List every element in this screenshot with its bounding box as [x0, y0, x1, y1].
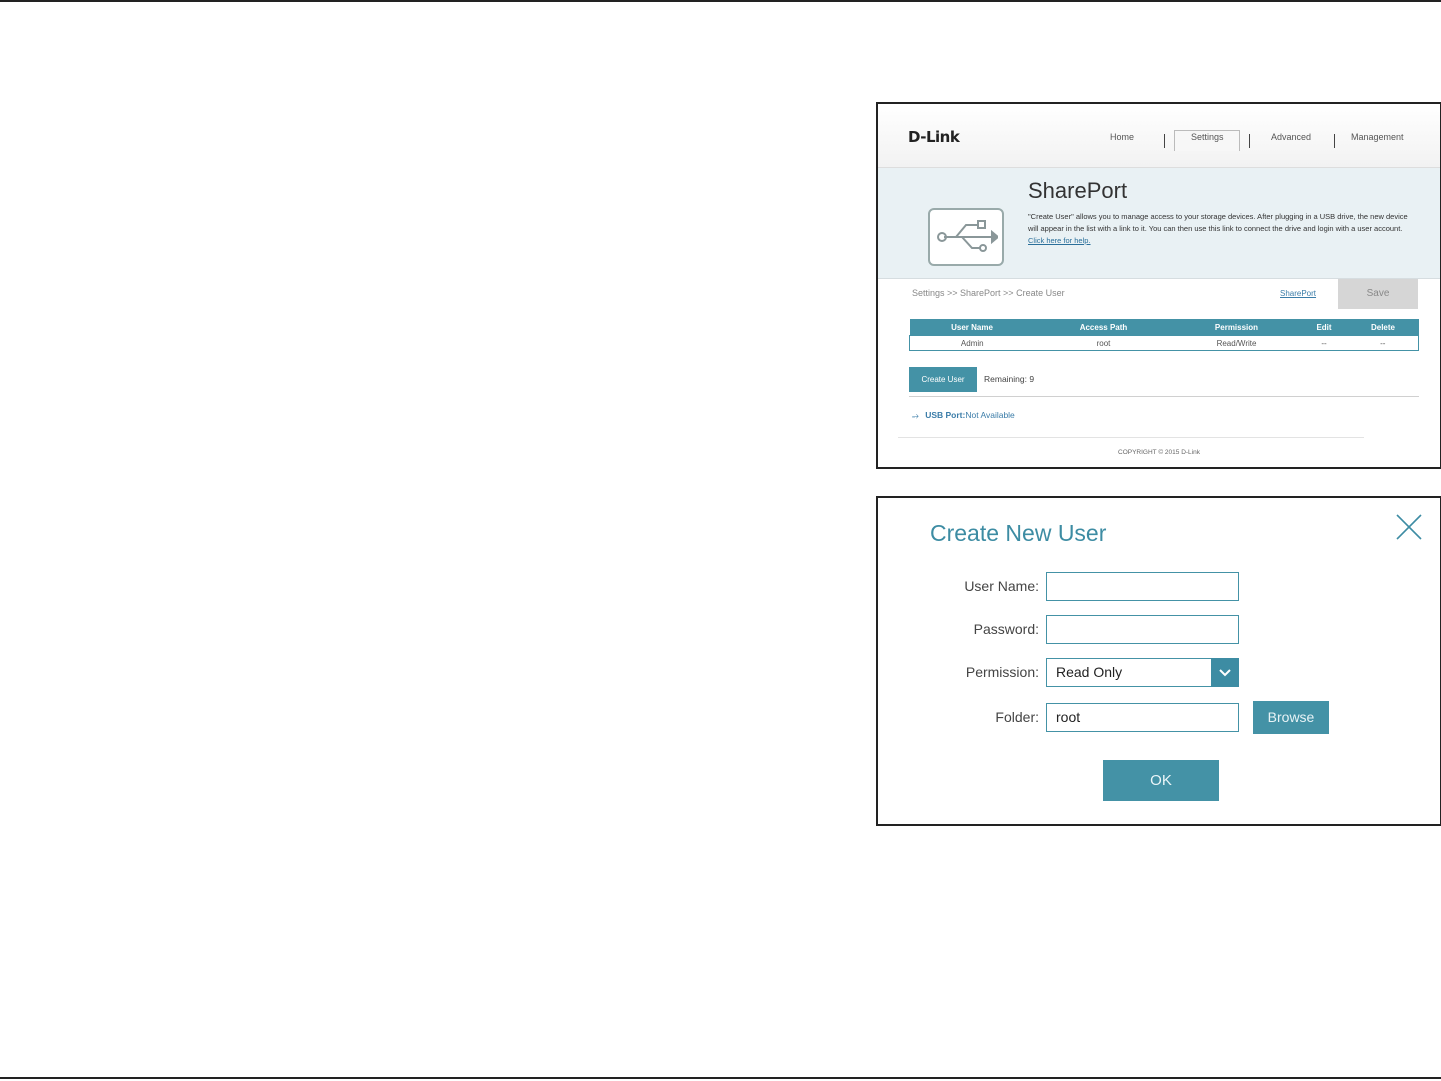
- usb-port-status: ⭌ USB Port:Not Available: [912, 410, 1015, 421]
- user-name-input[interactable]: [1046, 572, 1239, 601]
- remaining-count: Remaining: 9: [984, 374, 1035, 384]
- nav-separator: [1249, 134, 1250, 148]
- shareport-screenshot: D-Link Home Settings Advanced Management…: [876, 102, 1441, 469]
- cell-edit[interactable]: --: [1300, 335, 1348, 351]
- table-row: Admin root Read/Write -- --: [909, 335, 1419, 351]
- cell-access-path: root: [1034, 335, 1173, 351]
- column-header-access-path: Access Path: [1034, 319, 1173, 336]
- usb-port-value: Not Available: [965, 410, 1015, 420]
- browse-button[interactable]: Browse: [1253, 701, 1329, 734]
- nav-management[interactable]: Management: [1351, 132, 1404, 142]
- nav-separator: [1334, 134, 1335, 148]
- page-description: "Create User" allows you to manage acces…: [1028, 211, 1418, 247]
- ok-button[interactable]: OK: [1103, 760, 1219, 801]
- usb-small-icon: ⭌: [912, 410, 919, 420]
- column-header-delete: Delete: [1347, 319, 1419, 336]
- nav-home[interactable]: Home: [1110, 132, 1134, 142]
- nav-settings[interactable]: Settings: [1191, 132, 1224, 142]
- password-label: Password:: [973, 621, 1039, 637]
- chevron-down-icon[interactable]: [1211, 658, 1239, 687]
- folder-input[interactable]: root: [1046, 703, 1239, 732]
- cell-user-name: Admin: [909, 335, 1035, 351]
- copyright: COPYRIGHT © 2015 D-Link: [1118, 449, 1200, 456]
- nav-advanced[interactable]: Advanced: [1271, 132, 1311, 142]
- dlink-logo: D-Link: [908, 128, 960, 146]
- column-header-user-name: User Name: [909, 319, 1035, 336]
- cell-delete[interactable]: --: [1347, 335, 1419, 351]
- column-header-edit: Edit: [1300, 319, 1348, 336]
- cell-permission: Read/Write: [1172, 335, 1301, 351]
- shareport-link[interactable]: SharePort: [1280, 289, 1316, 298]
- divider: [909, 396, 1419, 397]
- description-text: "Create User" allows you to manage acces…: [1028, 212, 1408, 233]
- breadcrumb: Settings >> SharePort >> Create User: [912, 288, 1065, 298]
- create-user-button[interactable]: Create User: [909, 367, 977, 392]
- bottom-rule: [0, 1077, 1441, 1079]
- save-button[interactable]: Save: [1338, 279, 1418, 309]
- column-header-permission: Permission: [1172, 319, 1301, 336]
- close-icon[interactable]: [1394, 512, 1424, 542]
- top-rule: [0, 0, 1441, 2]
- password-input[interactable]: [1046, 615, 1239, 644]
- user-name-label: User Name:: [964, 578, 1039, 594]
- user-table: User Name Access Path Permission Edit De…: [909, 319, 1419, 351]
- usb-storage-icon: [928, 208, 1004, 266]
- page-title: SharePort: [1028, 178, 1128, 203]
- help-link[interactable]: Click here for help.: [1028, 236, 1091, 245]
- divider: [898, 437, 1364, 438]
- header-bar: D-Link Home Settings Advanced Management: [878, 104, 1440, 168]
- dialog-title: Create New User: [930, 520, 1107, 546]
- permission-label: Permission:: [965, 664, 1039, 680]
- create-user-dialog: Create New User User Name: Password: Per…: [876, 496, 1441, 826]
- folder-label: Folder:: [995, 709, 1039, 725]
- usb-port-label: USB Port:: [925, 410, 966, 420]
- nav-separator: [1164, 134, 1165, 148]
